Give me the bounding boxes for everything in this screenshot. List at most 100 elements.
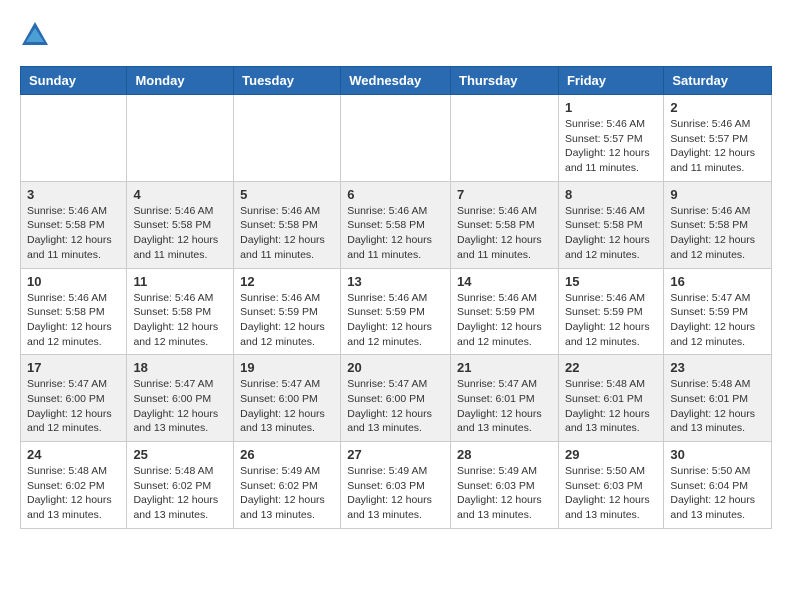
day-info: Sunrise: 5:46 AM Sunset: 5:57 PM Dayligh… [670, 117, 765, 176]
day-number: 17 [27, 360, 120, 375]
calendar-cell: 26 Sunrise: 5:49 AM Sunset: 6:02 PM Dayli… [234, 442, 341, 529]
calendar-cell: 15Sunrise: 5:46 AM Sunset: 5:59 PM Dayli… [558, 268, 663, 355]
day-info: Sunrise: 5:47 AM Sunset: 5:59 PM Dayligh… [670, 291, 765, 350]
calendar-week-row: 3 Sunrise: 5:46 AM Sunset: 5:58 PM Daylig… [21, 181, 772, 268]
calendar-week-row: 24Sunrise: 5:48 AM Sunset: 6:02 PM Dayli… [21, 442, 772, 529]
calendar-cell: 18 Sunrise: 5:47 AM Sunset: 6:00 PM Dayli… [127, 355, 234, 442]
calendar-cell: 1 Sunrise: 5:46 AM Sunset: 5:57 PM Daylig… [558, 95, 663, 182]
day-number: 13 [347, 274, 444, 289]
day-info: Sunrise: 5:46 AM Sunset: 5:58 PM Dayligh… [27, 291, 120, 350]
day-number: 20 [347, 360, 444, 375]
day-number: 25 [133, 447, 227, 462]
day-info: Sunrise: 5:50 AM Sunset: 6:04 PM Dayligh… [670, 464, 765, 523]
calendar-cell: 3 Sunrise: 5:46 AM Sunset: 5:58 PM Daylig… [21, 181, 127, 268]
day-header: Friday [558, 67, 663, 95]
calendar-cell: 17 Sunrise: 5:47 AM Sunset: 6:00 PM Dayli… [21, 355, 127, 442]
calendar-cell [341, 95, 451, 182]
calendar-header-row: SundayMondayTuesdayWednesdayThursdayFrid… [21, 67, 772, 95]
day-info: Sunrise: 5:49 AM Sunset: 6:03 PM Dayligh… [347, 464, 444, 523]
day-info: Sunrise: 5:46 AM Sunset: 5:58 PM Dayligh… [565, 204, 657, 263]
day-number: 2 [670, 100, 765, 115]
day-info: Sunrise: 5:47 AM Sunset: 6:00 PM Dayligh… [240, 377, 334, 436]
day-number: 11 [133, 274, 227, 289]
calendar-cell: 29 Sunrise: 5:50 AM Sunset: 6:03 PM Dayli… [558, 442, 663, 529]
calendar-cell: 30Sunrise: 5:50 AM Sunset: 6:04 PM Dayli… [664, 442, 772, 529]
day-number: 26 [240, 447, 334, 462]
day-info: Sunrise: 5:47 AM Sunset: 6:00 PM Dayligh… [27, 377, 120, 436]
calendar-cell: 19 Sunrise: 5:47 AM Sunset: 6:00 PM Dayli… [234, 355, 341, 442]
day-info: Sunrise: 5:47 AM Sunset: 6:00 PM Dayligh… [133, 377, 227, 436]
day-number: 7 [457, 187, 552, 202]
calendar-cell: 7 Sunrise: 5:46 AM Sunset: 5:58 PM Daylig… [451, 181, 559, 268]
logo [20, 20, 54, 50]
day-info: Sunrise: 5:46 AM Sunset: 5:58 PM Dayligh… [133, 291, 227, 350]
calendar-cell: 21 Sunrise: 5:47 AM Sunset: 6:01 PM Dayli… [451, 355, 559, 442]
day-number: 8 [565, 187, 657, 202]
day-number: 14 [457, 274, 552, 289]
calendar-cell: 12 Sunrise: 5:46 AM Sunset: 5:59 PM Dayli… [234, 268, 341, 355]
day-number: 10 [27, 274, 120, 289]
calendar-cell: 14 Sunrise: 5:46 AM Sunset: 5:59 PM Dayli… [451, 268, 559, 355]
day-info: Sunrise: 5:50 AM Sunset: 6:03 PM Dayligh… [565, 464, 657, 523]
day-number: 22 [565, 360, 657, 375]
day-number: 18 [133, 360, 227, 375]
day-number: 9 [670, 187, 765, 202]
day-header: Sunday [21, 67, 127, 95]
calendar-cell: 6 Sunrise: 5:46 AM Sunset: 5:58 PM Daylig… [341, 181, 451, 268]
day-number: 5 [240, 187, 334, 202]
day-number: 1 [565, 100, 657, 115]
calendar-week-row: 10 Sunrise: 5:46 AM Sunset: 5:58 PM Dayli… [21, 268, 772, 355]
calendar-week-row: 1 Sunrise: 5:46 AM Sunset: 5:57 PM Daylig… [21, 95, 772, 182]
day-number: 15 [565, 274, 657, 289]
calendar-cell: 25Sunrise: 5:48 AM Sunset: 6:02 PM Dayli… [127, 442, 234, 529]
day-info: Sunrise: 5:47 AM Sunset: 6:01 PM Dayligh… [457, 377, 552, 436]
calendar-cell: 20 Sunrise: 5:47 AM Sunset: 6:00 PM Dayli… [341, 355, 451, 442]
day-number: 19 [240, 360, 334, 375]
day-header: Thursday [451, 67, 559, 95]
day-info: Sunrise: 5:46 AM Sunset: 5:58 PM Dayligh… [27, 204, 120, 263]
day-info: Sunrise: 5:46 AM Sunset: 5:59 PM Dayligh… [457, 291, 552, 350]
calendar-cell: 2 Sunrise: 5:46 AM Sunset: 5:57 PM Daylig… [664, 95, 772, 182]
calendar-cell: 23 Sunrise: 5:48 AM Sunset: 6:01 PM Dayli… [664, 355, 772, 442]
calendar-cell: 8 Sunrise: 5:46 AM Sunset: 5:58 PM Daylig… [558, 181, 663, 268]
day-info: Sunrise: 5:46 AM Sunset: 5:58 PM Dayligh… [240, 204, 334, 263]
calendar-table: SundayMondayTuesdayWednesdayThursdayFrid… [20, 66, 772, 529]
calendar-cell [127, 95, 234, 182]
day-number: 6 [347, 187, 444, 202]
day-info: Sunrise: 5:46 AM Sunset: 5:58 PM Dayligh… [457, 204, 552, 263]
page-header [20, 20, 772, 50]
day-info: Sunrise: 5:46 AM Sunset: 5:58 PM Dayligh… [133, 204, 227, 263]
day-number: 27 [347, 447, 444, 462]
day-number: 12 [240, 274, 334, 289]
day-info: Sunrise: 5:47 AM Sunset: 6:00 PM Dayligh… [347, 377, 444, 436]
day-info: Sunrise: 5:48 AM Sunset: 6:01 PM Dayligh… [565, 377, 657, 436]
calendar-cell: 28 Sunrise: 5:49 AM Sunset: 6:03 PM Dayli… [451, 442, 559, 529]
day-info: Sunrise: 5:49 AM Sunset: 6:02 PM Dayligh… [240, 464, 334, 523]
day-number: 28 [457, 447, 552, 462]
day-info: Sunrise: 5:48 AM Sunset: 6:02 PM Dayligh… [27, 464, 120, 523]
calendar-cell [234, 95, 341, 182]
calendar-week-row: 17 Sunrise: 5:47 AM Sunset: 6:00 PM Dayli… [21, 355, 772, 442]
calendar-cell: 16 Sunrise: 5:47 AM Sunset: 5:59 PM Dayli… [664, 268, 772, 355]
calendar-cell: 5 Sunrise: 5:46 AM Sunset: 5:58 PM Daylig… [234, 181, 341, 268]
logo-icon [20, 20, 50, 50]
day-header: Tuesday [234, 67, 341, 95]
calendar-cell: 4 Sunrise: 5:46 AM Sunset: 5:58 PM Daylig… [127, 181, 234, 268]
calendar-cell [451, 95, 559, 182]
calendar-cell: 11 Sunrise: 5:46 AM Sunset: 5:58 PM Dayli… [127, 268, 234, 355]
day-number: 29 [565, 447, 657, 462]
day-info: Sunrise: 5:48 AM Sunset: 6:01 PM Dayligh… [670, 377, 765, 436]
day-number: 21 [457, 360, 552, 375]
day-number: 3 [27, 187, 120, 202]
day-info: Sunrise: 5:46 AM Sunset: 5:59 PM Dayligh… [240, 291, 334, 350]
calendar-cell: 24Sunrise: 5:48 AM Sunset: 6:02 PM Dayli… [21, 442, 127, 529]
day-number: 4 [133, 187, 227, 202]
day-number: 16 [670, 274, 765, 289]
day-info: Sunrise: 5:46 AM Sunset: 5:58 PM Dayligh… [670, 204, 765, 263]
day-info: Sunrise: 5:46 AM Sunset: 5:57 PM Dayligh… [565, 117, 657, 176]
day-info: Sunrise: 5:49 AM Sunset: 6:03 PM Dayligh… [457, 464, 552, 523]
day-info: Sunrise: 5:46 AM Sunset: 5:58 PM Dayligh… [347, 204, 444, 263]
day-info: Sunrise: 5:46 AM Sunset: 5:59 PM Dayligh… [347, 291, 444, 350]
day-header: Monday [127, 67, 234, 95]
day-number: 23 [670, 360, 765, 375]
